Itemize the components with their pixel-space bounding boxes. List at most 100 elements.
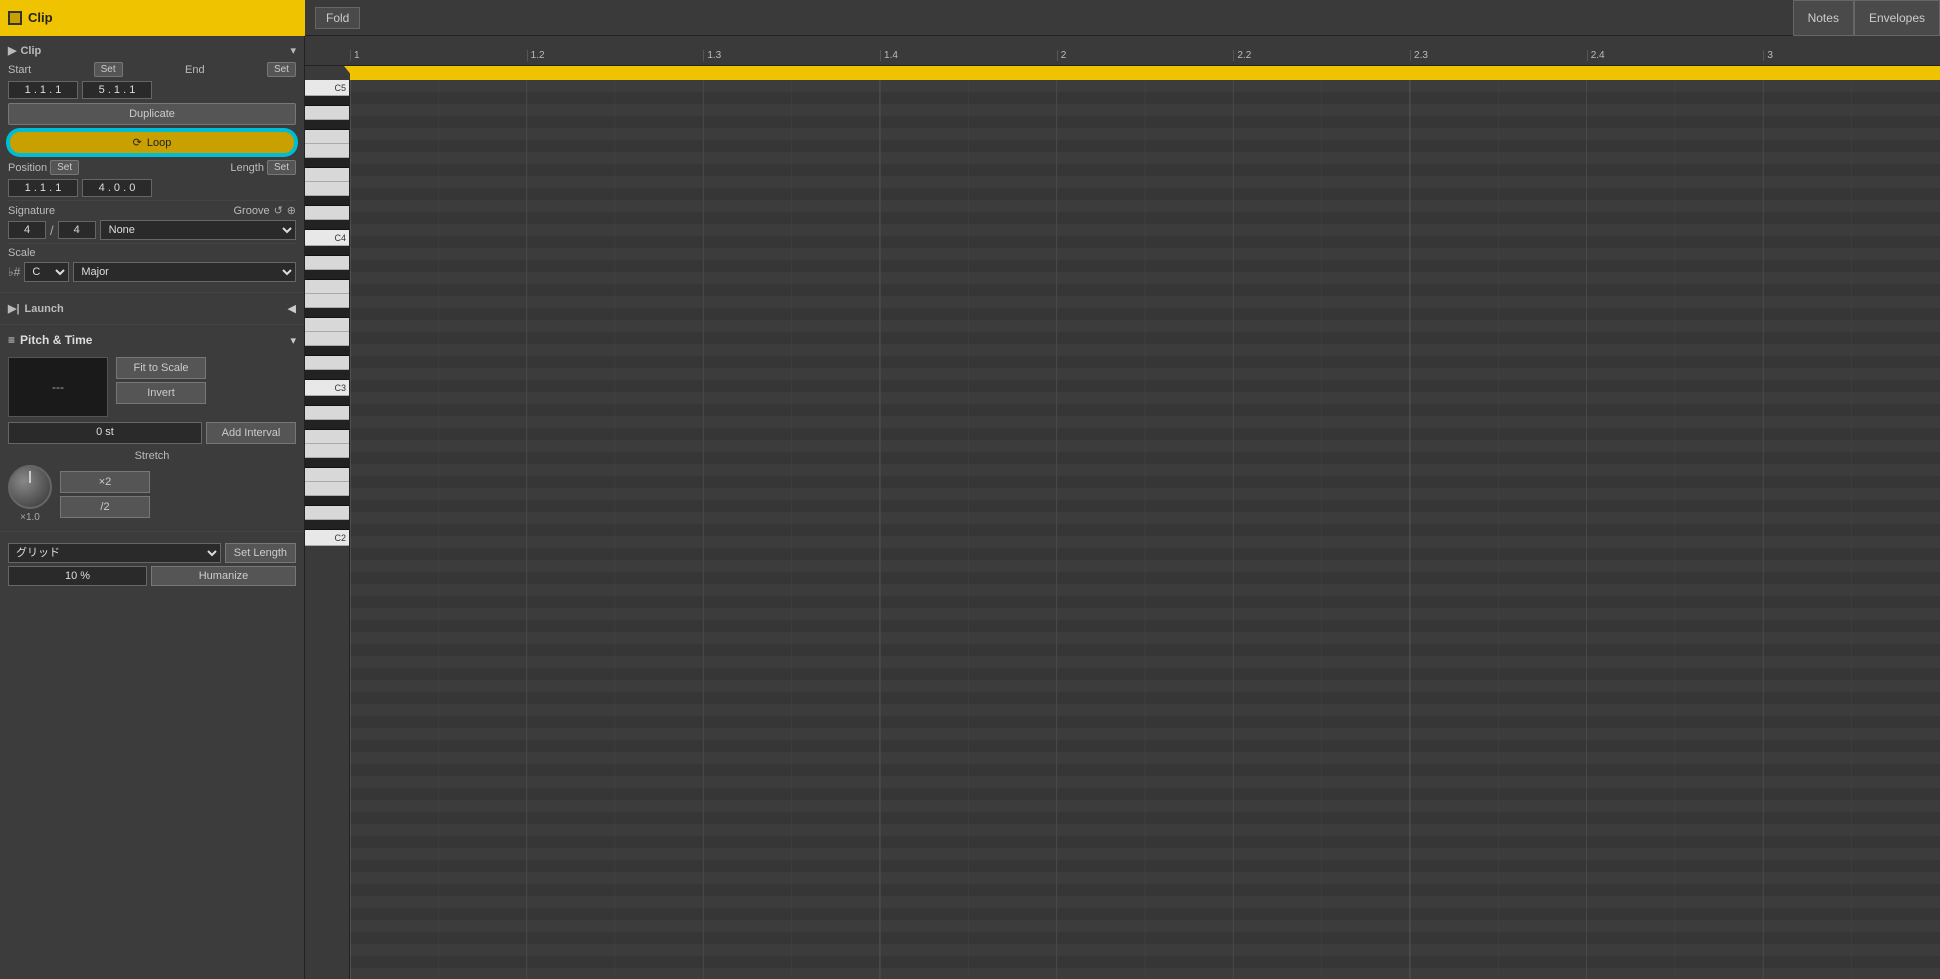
loop-icon: ⟳ bbox=[133, 136, 142, 149]
groove-sync-icon[interactable]: ↺ bbox=[274, 204, 283, 217]
launch-section[interactable]: ▶| Launch ◀ bbox=[0, 296, 304, 321]
piano-key-b4[interactable] bbox=[305, 96, 349, 106]
stretch-label: Stretch bbox=[8, 450, 296, 462]
sig-numerator[interactable]: 4 bbox=[8, 221, 46, 239]
pitch-display: --- bbox=[8, 357, 108, 417]
scale-label-row: Scale bbox=[8, 247, 296, 259]
piano-key-cs3[interactable] bbox=[305, 370, 349, 380]
piano-key-e3[interactable] bbox=[305, 332, 349, 346]
stretch-div2-button[interactable]: /2 bbox=[60, 496, 150, 518]
piano-key-a3[interactable] bbox=[305, 270, 349, 280]
start-end-row: Start Set End Set bbox=[8, 60, 296, 79]
stretch-x2-button[interactable]: ×2 bbox=[60, 471, 150, 493]
start-set-button[interactable]: Set bbox=[94, 62, 123, 77]
piano-key-a4[interactable] bbox=[305, 120, 349, 130]
clip-section-arrow: ▾ bbox=[290, 44, 296, 57]
piano-key-g3[interactable] bbox=[305, 294, 349, 308]
piano-key-g2[interactable] bbox=[305, 444, 349, 458]
piano-key-d4[interactable] bbox=[305, 206, 349, 220]
groove-select[interactable]: None bbox=[100, 220, 296, 240]
piano-key-bb4[interactable] bbox=[305, 106, 349, 120]
piano-key-bb3[interactable] bbox=[305, 256, 349, 270]
semitone-value[interactable]: 0 st bbox=[8, 422, 202, 444]
piano-key-a2[interactable] bbox=[305, 420, 349, 430]
position-length-header: Position Set Length Set bbox=[8, 158, 296, 177]
envelopes-button[interactable]: Envelopes bbox=[1854, 0, 1940, 36]
clip-section-title: ▶ Clip bbox=[8, 44, 41, 57]
loop-label: Loop bbox=[147, 137, 171, 149]
end-value[interactable]: 5 . 1 . 1 bbox=[82, 81, 152, 99]
stretch-knob[interactable] bbox=[8, 465, 52, 509]
end-set-button[interactable]: Set bbox=[267, 62, 296, 77]
invert-button[interactable]: Invert bbox=[116, 382, 206, 404]
piano-key-c3[interactable]: C3 bbox=[305, 380, 349, 396]
piano-key-e4[interactable] bbox=[305, 182, 349, 196]
launch-title: ▶| Launch bbox=[8, 302, 64, 315]
grid-row: グリッド Set Length bbox=[8, 543, 296, 563]
piano-key-eb4[interactable] bbox=[305, 196, 349, 206]
left-panel: ▶ Clip ▾ Start Set End Set 1 . 1 . 1 5 .… bbox=[0, 36, 305, 979]
fit-to-scale-button[interactable]: Fit to Scale bbox=[116, 357, 206, 379]
sig-denominator[interactable]: 4 bbox=[58, 221, 96, 239]
piano-key-fs2[interactable] bbox=[305, 458, 349, 468]
piano-key-ab2[interactable] bbox=[305, 430, 349, 444]
pitch-row: --- Fit to Scale Invert bbox=[8, 357, 296, 417]
transport-playhead bbox=[350, 66, 1940, 80]
set-length-button[interactable]: Set Length bbox=[225, 543, 296, 563]
percent-value[interactable]: 10 % bbox=[8, 566, 147, 586]
grid-select[interactable]: グリッド bbox=[8, 543, 221, 563]
piano-key-ab3[interactable] bbox=[305, 280, 349, 294]
piano-key-f4[interactable] bbox=[305, 168, 349, 182]
piano-key-b2[interactable] bbox=[305, 396, 349, 406]
position-set-button[interactable]: Set bbox=[50, 160, 79, 175]
piano-key-c4[interactable]: C4 bbox=[305, 230, 349, 246]
piano-key-fs4[interactable] bbox=[305, 158, 349, 168]
length-set-button[interactable]: Set bbox=[267, 160, 296, 175]
groove-label: Groove bbox=[233, 205, 269, 217]
timeline-markers: 1 1.2 1.3 1.4 2 2.2 2.3 2.4 3 bbox=[350, 36, 1940, 65]
notes-button[interactable]: Notes bbox=[1793, 0, 1854, 36]
pitch-time-header[interactable]: ≡ Pitch & Time ▾ bbox=[0, 328, 304, 352]
piano-key-b3[interactable] bbox=[305, 246, 349, 256]
piano-key-e2[interactable] bbox=[305, 482, 349, 496]
duplicate-button[interactable]: Duplicate bbox=[8, 103, 296, 125]
piano-key-c2[interactable]: C2 bbox=[305, 530, 349, 546]
piano-key-ab4[interactable] bbox=[305, 130, 349, 144]
groove-add-icon[interactable]: ⊕ bbox=[287, 204, 296, 217]
launch-icon: ▶| bbox=[8, 302, 20, 315]
start-end-values: 1 . 1 . 1 5 . 1 . 1 bbox=[8, 81, 296, 99]
position-value[interactable]: 1 . 1 . 1 bbox=[8, 179, 78, 197]
sig-groove-row: 4 / 4 None bbox=[8, 220, 296, 240]
scale-root-select[interactable]: C bbox=[24, 262, 69, 282]
humanize-button[interactable]: Humanize bbox=[151, 566, 296, 586]
piano-key-bb2[interactable] bbox=[305, 406, 349, 420]
piano-key-d3[interactable] bbox=[305, 356, 349, 370]
grid-svg bbox=[350, 80, 1940, 979]
loop-button[interactable]: ⟳ Loop bbox=[8, 130, 296, 155]
piano-key-d2[interactable] bbox=[305, 506, 349, 520]
start-value[interactable]: 1 . 1 . 1 bbox=[8, 81, 78, 99]
piano-key-eb3[interactable] bbox=[305, 346, 349, 356]
add-interval-button[interactable]: Add Interval bbox=[206, 422, 296, 444]
pitch-time-arrow: ▾ bbox=[290, 334, 296, 347]
length-value[interactable]: 4 . 0 . 0 bbox=[82, 179, 152, 197]
piano-key-cs4[interactable] bbox=[305, 220, 349, 230]
piano-key-c5[interactable]: C5 bbox=[305, 80, 349, 96]
piano-key-g4[interactable] bbox=[305, 144, 349, 158]
fold-button[interactable]: Fold bbox=[315, 7, 360, 29]
piano-key-f3[interactable] bbox=[305, 318, 349, 332]
timeline-mark-2: 2 bbox=[1057, 50, 1234, 61]
clip-section: ▶ Clip ▾ Start Set End Set 1 . 1 . 1 5 .… bbox=[0, 36, 304, 289]
piano-key-cs2[interactable] bbox=[305, 520, 349, 530]
scale-type-select[interactable]: Major bbox=[73, 262, 296, 282]
piano-key-eb2[interactable] bbox=[305, 496, 349, 506]
clip-title: Clip bbox=[28, 10, 53, 25]
scale-accidental-icon: ♭# bbox=[8, 265, 20, 279]
start-label: Start bbox=[8, 64, 31, 76]
timeline-mark-3: 3 bbox=[1763, 50, 1940, 61]
piano-key-fs3[interactable] bbox=[305, 308, 349, 318]
timeline-mark-13: 1.3 bbox=[703, 50, 880, 61]
grid-area[interactable] bbox=[350, 80, 1940, 979]
stretch-knob-value: ×1.0 bbox=[20, 512, 40, 523]
piano-key-f2[interactable] bbox=[305, 468, 349, 482]
